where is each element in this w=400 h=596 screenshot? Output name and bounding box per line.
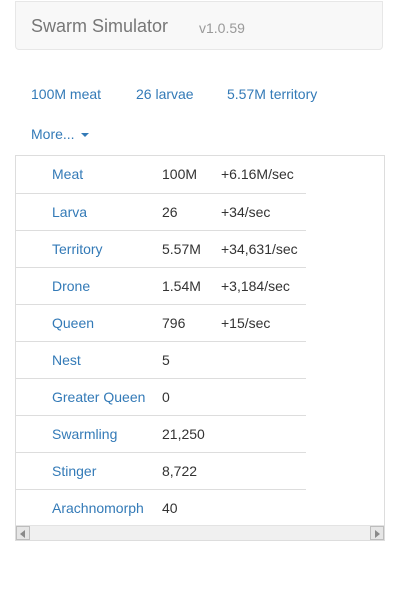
unit-name-link[interactable]: Greater Queen (52, 389, 145, 405)
unit-count: 8,722 (162, 463, 198, 479)
unit-name-link[interactable]: Swarmling (52, 426, 117, 442)
scroll-left-button[interactable] (16, 526, 30, 540)
unit-name-link[interactable]: Nest (52, 352, 81, 368)
resource-summary: 100M meat 26 larvae 5.57M territory (0, 86, 400, 106)
table-row: Swarmling 21,250 (16, 415, 306, 452)
unit-table: Meat 100M +6.16M/sec Larva 26 +34/sec Te… (16, 156, 306, 526)
unit-name-link[interactable]: Drone (52, 278, 90, 294)
table-row: Larva 26 +34/sec (16, 193, 306, 230)
unit-count: 26 (162, 204, 178, 220)
table-row: Nest 5 (16, 341, 306, 378)
unit-rate: +34/sec (221, 204, 271, 220)
navbar: Swarm Simulator v1.0.59 (15, 1, 383, 50)
unit-name-link[interactable]: Stinger (52, 463, 96, 479)
unit-name-link[interactable]: Meat (52, 166, 83, 182)
unit-count: 1.54M (162, 278, 201, 294)
horizontal-scrollbar[interactable] (16, 525, 384, 540)
unit-count: 796 (162, 315, 186, 331)
summary-territory-link[interactable]: 5.57M territory (227, 86, 317, 102)
unit-name-link[interactable]: Arachnomorph (52, 500, 144, 516)
table-row: Queen 796 +15/sec (16, 304, 306, 341)
summary-larvae-link[interactable]: 26 larvae (136, 86, 194, 102)
unit-rate: +34,631/sec (221, 241, 298, 257)
table-row: Meat 100M +6.16M/sec (16, 156, 306, 193)
unit-rate: +6.16M/sec (221, 166, 294, 182)
more-label: More... (31, 126, 75, 142)
table-row: Drone 1.54M +3,184/sec (16, 267, 306, 304)
unit-list-panel: Meat 100M +6.16M/sec Larva 26 +34/sec Te… (15, 155, 385, 541)
unit-rate: +15/sec (221, 315, 271, 331)
more-dropdown-toggle[interactable]: More... (31, 126, 89, 142)
caret-down-icon (80, 133, 89, 138)
unit-count: 21,250 (162, 426, 205, 442)
unit-name-link[interactable]: Territory (52, 241, 103, 257)
unit-count: 0 (162, 389, 170, 405)
table-row: Arachnomorph 40 (16, 489, 306, 526)
unit-name-link[interactable]: Larva (52, 204, 87, 220)
summary-meat-link[interactable]: 100M meat (31, 86, 101, 102)
more-dropdown: More... (0, 126, 400, 146)
unit-rate: +3,184/sec (221, 278, 290, 294)
table-row: Stinger 8,722 (16, 452, 306, 489)
arrow-right-icon (375, 530, 380, 538)
arrow-left-icon (20, 530, 25, 538)
table-row: Greater Queen 0 (16, 378, 306, 415)
app-title[interactable]: Swarm Simulator (31, 16, 168, 37)
unit-count: 5.57M (162, 241, 201, 257)
table-row: Territory 5.57M +34,631/sec (16, 230, 306, 267)
version-label: v1.0.59 (199, 20, 245, 36)
unit-count: 5 (162, 352, 170, 368)
unit-count: 40 (162, 500, 178, 516)
unit-count: 100M (162, 166, 198, 182)
unit-name-link[interactable]: Queen (52, 315, 94, 331)
scroll-right-button[interactable] (370, 526, 384, 540)
